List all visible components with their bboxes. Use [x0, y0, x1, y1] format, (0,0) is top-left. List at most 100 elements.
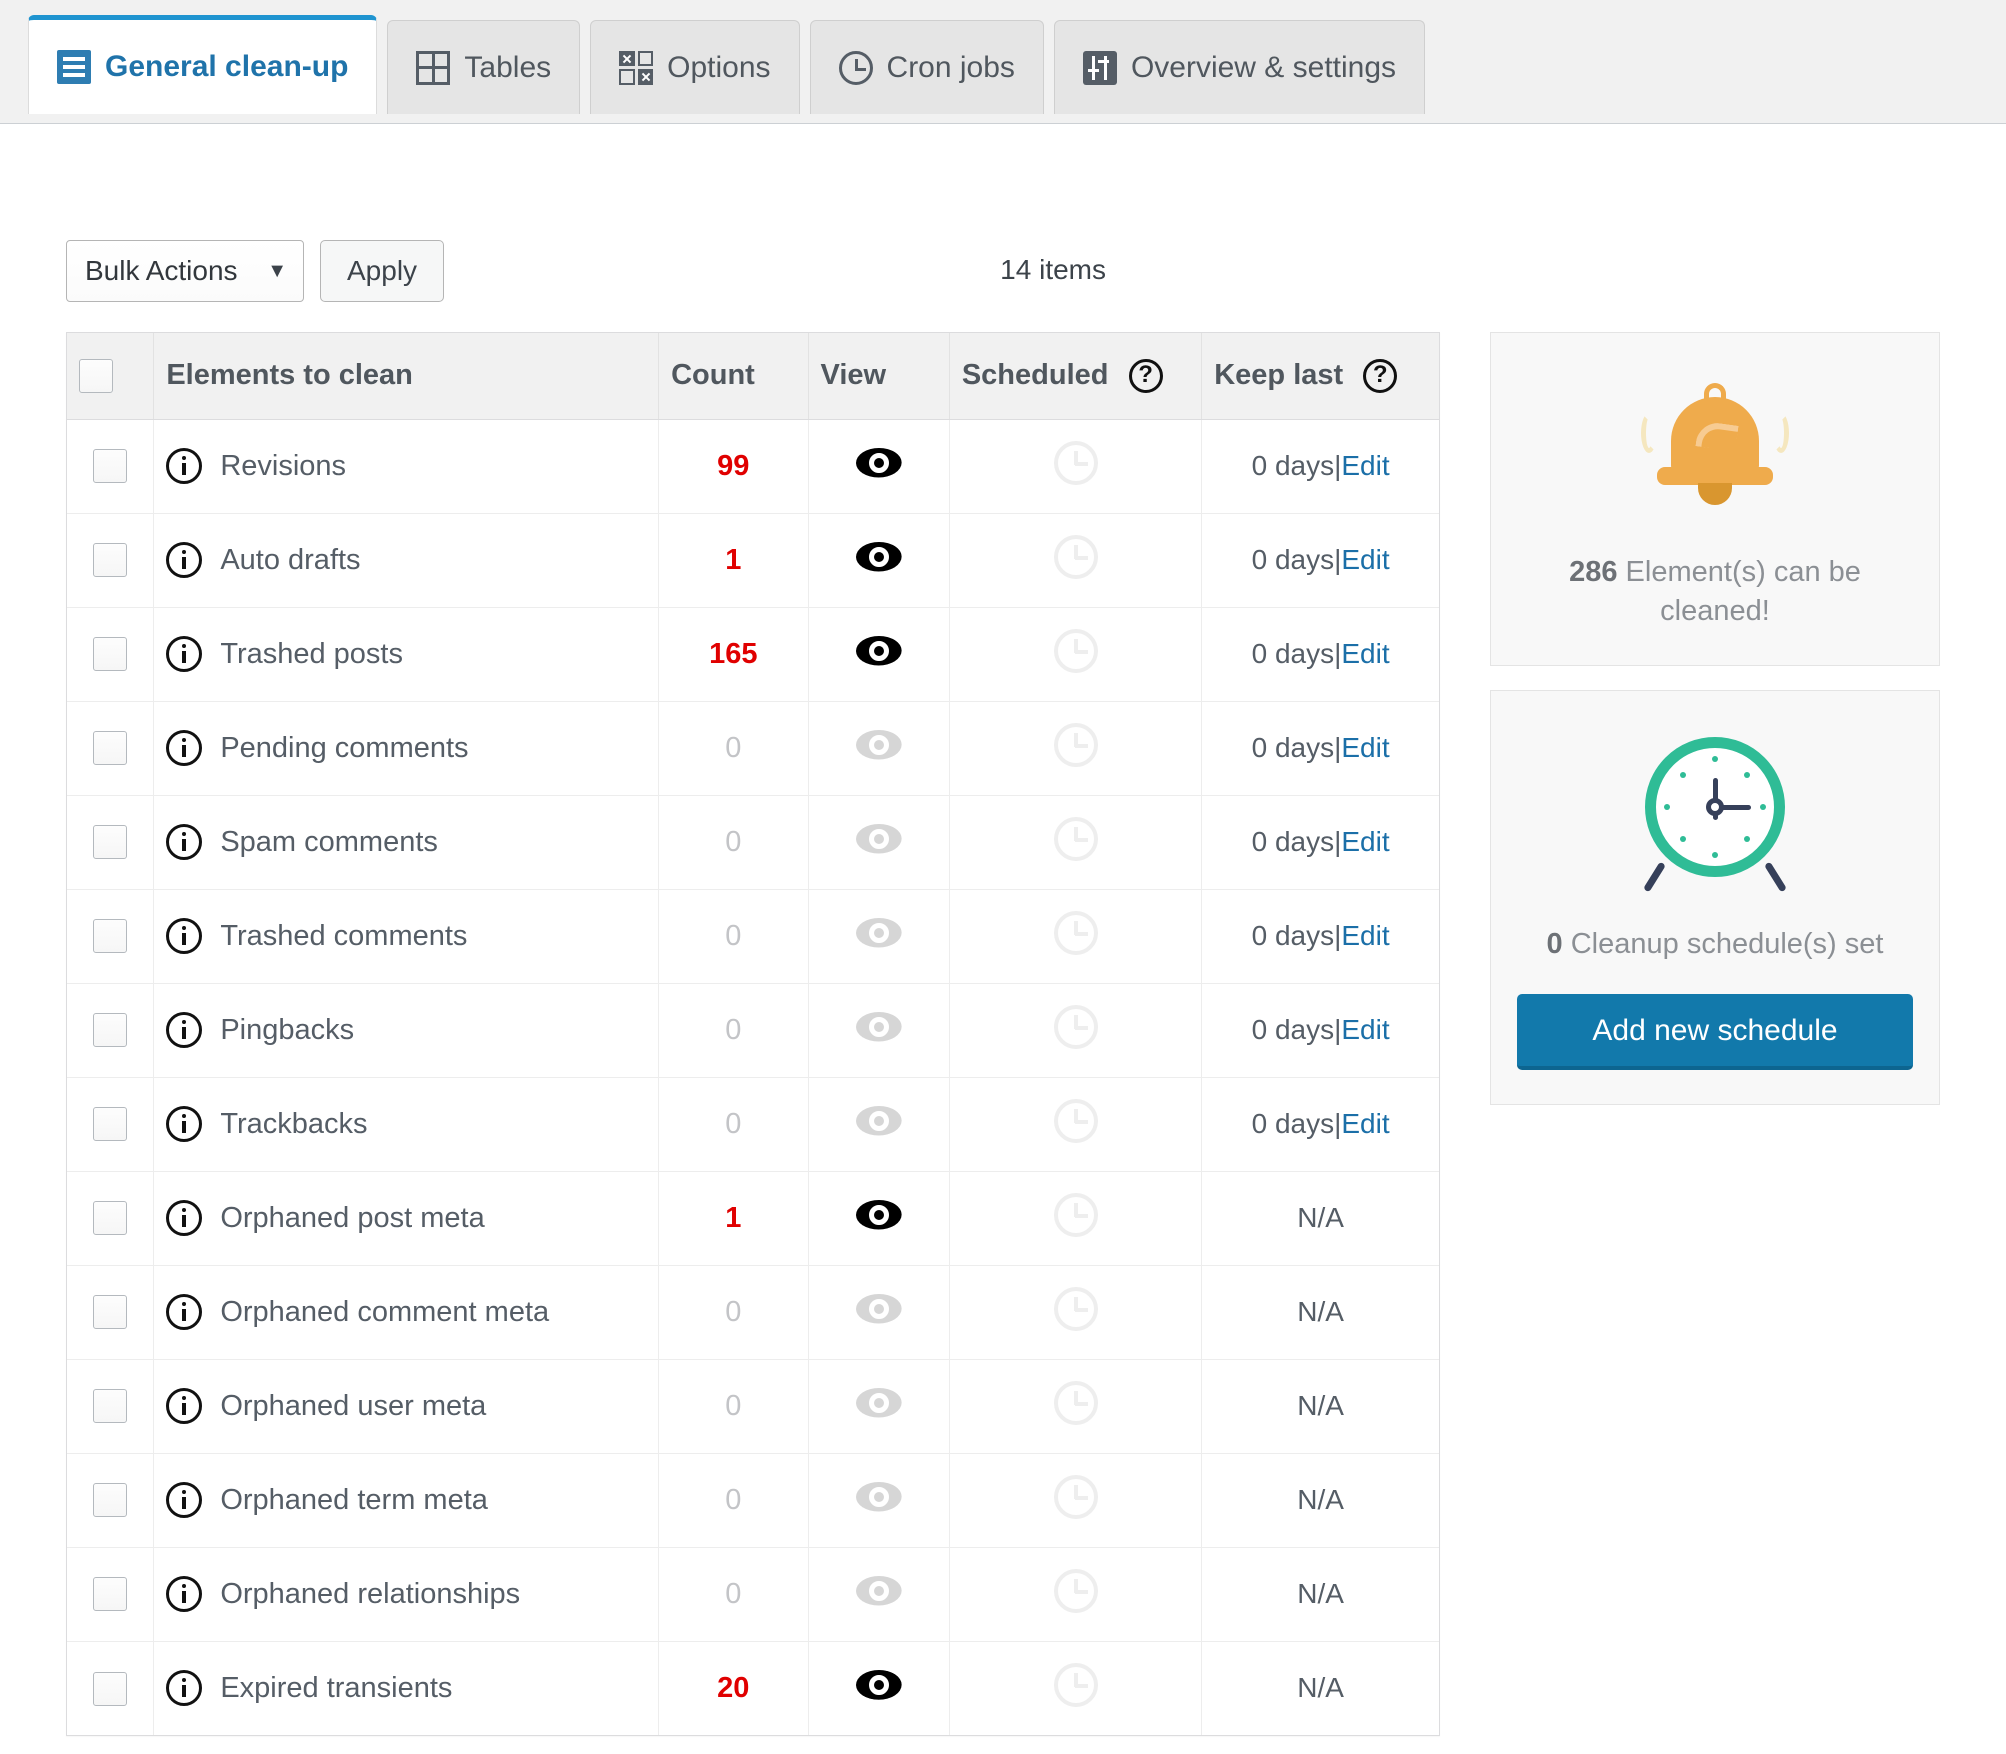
schedule-clock-icon[interactable] [1053, 1286, 1098, 1331]
row-view-cell [807, 1265, 950, 1360]
keep-last-value: 0 days [1251, 826, 1335, 857]
eye-icon[interactable] [855, 635, 902, 666]
apply-button[interactable]: Apply [320, 240, 445, 302]
row-checkbox[interactable] [93, 919, 128, 954]
row-keep-last-cell: N/A [1201, 1547, 1439, 1642]
row-scheduled-cell [948, 1265, 1202, 1360]
info-icon[interactable] [166, 1670, 203, 1707]
schedule-clock-icon[interactable] [1053, 1568, 1098, 1613]
row-keep-last-cell: 0 days|Edit [1201, 983, 1439, 1078]
row-count-cell: 0 [658, 983, 808, 1078]
info-icon[interactable] [166, 824, 203, 860]
row-view-cell [807, 1547, 950, 1642]
eye-icon[interactable] [855, 1199, 902, 1230]
row-name-label: Expired transients [220, 1671, 453, 1704]
row-count-cell: 0 [658, 795, 808, 890]
info-icon[interactable] [166, 1200, 203, 1236]
tab-cron-jobs[interactable]: Cron jobs [809, 20, 1044, 114]
row-name-cell: Trackbacks [153, 1077, 659, 1172]
schedule-clock-icon[interactable] [1053, 1192, 1098, 1237]
info-icon[interactable] [166, 918, 203, 954]
eye-icon [855, 1105, 902, 1136]
tab-options[interactable]: Options [590, 20, 800, 114]
chevron-down-icon: ▼ [267, 259, 287, 282]
row-checkbox[interactable] [93, 637, 128, 672]
info-icon[interactable] [166, 1294, 203, 1330]
add-new-schedule-button[interactable]: Add new schedule [1517, 994, 1913, 1071]
row-count-cell: 1 [658, 1171, 808, 1266]
row-select-cell [67, 607, 154, 702]
edit-keep-last-link[interactable]: Edit [1341, 1014, 1389, 1045]
row-name-label: Pingbacks [220, 1013, 355, 1046]
row-count-value: 0 [725, 731, 742, 764]
edit-keep-last-link[interactable]: Edit [1341, 638, 1389, 669]
header-keep-last-label: Keep last [1214, 358, 1344, 391]
schedule-clock-icon[interactable] [1053, 816, 1098, 861]
row-checkbox[interactable] [93, 825, 128, 860]
schedule-clock-icon[interactable] [1053, 1004, 1098, 1049]
schedule-clock-icon[interactable] [1053, 1474, 1098, 1519]
info-icon[interactable] [166, 1012, 203, 1048]
row-scheduled-cell [948, 1077, 1202, 1172]
keep-last-value: 0 days [1251, 544, 1335, 575]
eye-icon[interactable] [855, 1669, 902, 1700]
tab-general-clean-up[interactable]: General clean-up [28, 15, 378, 114]
row-select-cell [67, 795, 154, 890]
row-select-cell [67, 701, 154, 796]
row-checkbox[interactable] [93, 731, 128, 766]
schedule-clock-icon[interactable] [1053, 722, 1098, 767]
info-icon[interactable] [166, 542, 203, 578]
schedule-clock-icon[interactable] [1053, 628, 1098, 673]
schedule-clock-icon[interactable] [1053, 1098, 1098, 1143]
row-scheduled-cell [948, 1641, 1202, 1735]
row-checkbox[interactable] [93, 1577, 128, 1612]
row-checkbox[interactable] [93, 1483, 128, 1518]
edit-keep-last-link[interactable]: Edit [1341, 450, 1389, 481]
schedule-clock-icon[interactable] [1053, 1662, 1098, 1707]
info-icon[interactable] [166, 636, 203, 672]
help-icon-scheduled[interactable]: ? [1128, 358, 1163, 393]
row-name-label: Orphaned comment meta [220, 1295, 550, 1328]
keep-last-value: N/A [1297, 1484, 1344, 1515]
eye-icon[interactable] [855, 541, 902, 572]
row-name-label: Pending comments [220, 731, 469, 764]
grid-icon [416, 50, 451, 85]
row-checkbox[interactable] [93, 1013, 128, 1048]
row-name-label: Trashed comments [220, 919, 468, 952]
row-checkbox[interactable] [93, 449, 128, 484]
row-name-cell: Orphaned post meta [153, 1171, 659, 1266]
schedule-clock-icon[interactable] [1053, 534, 1098, 579]
info-icon[interactable] [166, 1482, 203, 1518]
eye-icon[interactable] [855, 447, 902, 478]
row-checkbox[interactable] [93, 1389, 128, 1424]
info-icon[interactable] [166, 1106, 203, 1142]
edit-keep-last-link[interactable]: Edit [1341, 1108, 1389, 1139]
row-checkbox[interactable] [93, 1201, 128, 1236]
row-checkbox[interactable] [93, 1671, 128, 1706]
row-checkbox[interactable] [93, 1107, 128, 1142]
select-all-checkbox[interactable] [79, 358, 113, 393]
tab-options-label: Options [667, 50, 771, 84]
tab-tables[interactable]: Tables [387, 20, 581, 114]
info-icon[interactable] [166, 1388, 203, 1424]
help-icon-keep-last[interactable]: ? [1363, 358, 1398, 393]
edit-keep-last-link[interactable]: Edit [1341, 826, 1389, 857]
info-icon[interactable] [166, 730, 203, 766]
row-view-cell [807, 983, 950, 1078]
row-name-cell: Orphaned relationships [153, 1547, 659, 1642]
row-checkbox[interactable] [93, 1295, 128, 1330]
row-checkbox[interactable] [93, 543, 128, 578]
schedule-clock-icon[interactable] [1053, 910, 1098, 955]
edit-keep-last-link[interactable]: Edit [1341, 544, 1389, 575]
tab-overview-settings[interactable]: Overview & settings [1053, 20, 1426, 114]
edit-keep-last-link[interactable]: Edit [1341, 732, 1389, 763]
info-icon[interactable] [166, 1576, 203, 1612]
bulk-actions-select[interactable]: Bulk Actions ▼ [66, 240, 304, 302]
header-scheduled: Scheduled ? [948, 333, 1202, 420]
info-icon[interactable] [166, 448, 203, 484]
row-count-value: 20 [717, 1671, 750, 1704]
schedule-clock-icon[interactable] [1053, 1380, 1098, 1425]
sidebar: 286 Element(s) can be cleaned! 0 Cleanup… [1490, 332, 1940, 1129]
edit-keep-last-link[interactable]: Edit [1341, 920, 1389, 951]
schedule-clock-icon[interactable] [1053, 440, 1098, 485]
